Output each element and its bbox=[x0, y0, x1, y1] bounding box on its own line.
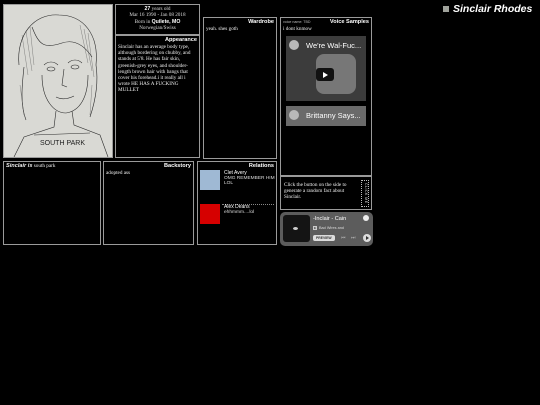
portrait-sketch: SOUTH PARK bbox=[4, 5, 112, 157]
channel-avatar-icon bbox=[289, 110, 299, 120]
backstory-panel: Backstory adopted ass bbox=[103, 161, 194, 245]
fact-text: Click the button on the side to generate… bbox=[284, 182, 347, 201]
current-line: Sinclair is south park bbox=[4, 162, 100, 170]
backstory-text: adopted ass bbox=[106, 170, 131, 176]
relations-panel: Relations Clet Avery OMG REMEMBER HIM LO… bbox=[197, 161, 277, 245]
channel-avatar-icon bbox=[289, 40, 299, 50]
song-title[interactable]: -Inclair - Cain bbox=[313, 216, 346, 222]
video-embed-2[interactable]: Brittanny Says... bbox=[286, 106, 366, 126]
backstory-heading: Backstory bbox=[163, 163, 191, 169]
portrait-image: SOUTH PARK bbox=[3, 4, 113, 158]
title-square-icon bbox=[443, 6, 449, 12]
video-title-2[interactable]: Brittanny Says... bbox=[306, 111, 361, 120]
ethnicity: Norwegian/Swiss bbox=[139, 25, 176, 32]
relation-swatch bbox=[200, 170, 220, 190]
random-fact-panel: Click the button on the side to generate… bbox=[280, 176, 372, 210]
stats-panel: 27 years old Mar 16 1990 - Jan 08 2018 B… bbox=[115, 4, 200, 35]
next-track-icon[interactable]: ⏭ bbox=[351, 235, 356, 241]
portrait-shirt-text: SOUTH PARK bbox=[40, 140, 85, 147]
voice-name: voice name: TBD bbox=[283, 20, 311, 24]
relation-item[interactable]: Alex Deans ehhmmm....lol bbox=[200, 204, 274, 226]
play-button[interactable] bbox=[363, 234, 371, 242]
voice-heading: Voice Samples bbox=[329, 19, 369, 25]
video-embed-1[interactable]: We're Wal-Fuc... bbox=[286, 36, 366, 101]
relation-note: ehhmmm....lol bbox=[224, 210, 255, 215]
birthplace: Quilete, MO bbox=[151, 18, 181, 25]
born-prefix: Born in bbox=[134, 18, 152, 25]
voice-header: voice name: TBD Voice Samples bbox=[281, 18, 371, 25]
current-text: south park bbox=[32, 163, 56, 169]
relation-item[interactable]: Clet Avery OMG REMEMBER HIM LOL bbox=[200, 170, 275, 192]
current-panel: Sinclair is south park bbox=[3, 161, 101, 245]
wardrobe-text: yeah. shes goth bbox=[206, 26, 238, 32]
artist-row: E Bad Wires and bbox=[313, 226, 344, 230]
current-name: Sinclair is bbox=[6, 163, 33, 169]
random-fact-button[interactable]: CLICK ME bbox=[361, 180, 369, 207]
relation-swatch bbox=[200, 204, 220, 224]
voice-text: i dont knmow bbox=[283, 26, 312, 32]
album-art bbox=[283, 215, 310, 242]
appearance-panel: Appearance Sinclair has an average body … bbox=[115, 35, 200, 158]
voice-samples-panel: voice name: TBD Voice Samples i dont knm… bbox=[280, 17, 372, 176]
preview-badge: PREVIEW bbox=[313, 235, 335, 241]
appearance-text: Sinclair has an average body type, altho… bbox=[118, 44, 191, 94]
artist-name[interactable]: Bad Wires and bbox=[319, 226, 344, 230]
play-icon[interactable] bbox=[316, 68, 334, 81]
title-wrap: Sinclair Rhodes bbox=[443, 3, 532, 15]
explicit-badge: E bbox=[313, 226, 318, 230]
appearance-heading: Appearance bbox=[164, 37, 197, 43]
previous-track-icon[interactable]: ⏮ bbox=[341, 235, 346, 241]
relations-heading: Relations bbox=[248, 163, 274, 169]
age-suffix: years old bbox=[150, 6, 171, 12]
wardrobe-heading: Wardrobe bbox=[248, 19, 274, 25]
music-player: -Inclair - Cain E Bad Wires and PREVIEW … bbox=[280, 212, 373, 246]
video-title-1[interactable]: We're Wal-Fuc... bbox=[306, 41, 361, 50]
page-title: Sinclair Rhodes bbox=[453, 3, 533, 15]
spotify-logo-icon[interactable] bbox=[363, 215, 369, 221]
relation-note: OMG REMEMBER HIM LOL bbox=[224, 176, 275, 187]
wardrobe-panel: Wardrobe yeah. shes goth bbox=[203, 17, 277, 159]
